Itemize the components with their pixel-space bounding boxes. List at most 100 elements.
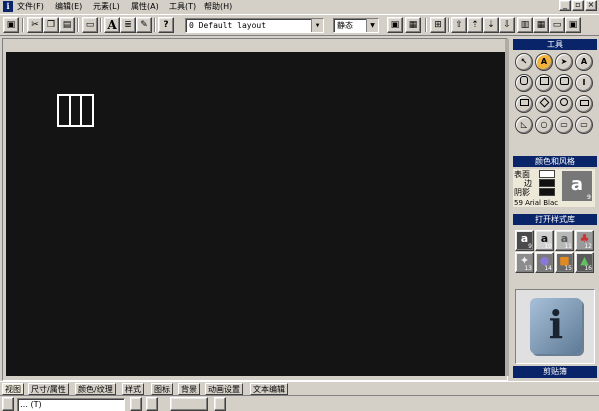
apply-button[interactable]	[170, 397, 208, 411]
chevron-down-icon: ▼	[311, 19, 323, 32]
size-button[interactable]	[146, 397, 158, 411]
send-back-icon[interactable]: ⇩	[499, 17, 515, 33]
align-icon[interactable]: ≣	[120, 17, 136, 33]
color-style-title: 颜色和风格	[513, 156, 597, 167]
canvas-area	[2, 38, 509, 381]
style-swatch[interactable]: ♣ 12	[575, 230, 594, 251]
font-toggle-button[interactable]	[2, 397, 14, 411]
font-select[interactable]: … (T)	[17, 398, 125, 411]
triangle-shape-icon[interactable]: ◺	[515, 116, 533, 134]
style-swatch[interactable]: a 11	[555, 230, 574, 251]
image-icon[interactable]: ▦	[405, 17, 421, 33]
tab-style[interactable]: 样式	[122, 383, 144, 395]
tab-animation[interactable]: 动画设置	[205, 383, 243, 395]
style-swatch[interactable]: a9	[515, 230, 534, 251]
toolbar-separator	[100, 18, 102, 32]
minimize-button[interactable]: _	[559, 0, 571, 11]
save-icon[interactable]: ▣	[3, 17, 19, 33]
tab-text-edit[interactable]: 文本编辑	[250, 383, 288, 395]
layers-icon[interactable]: ▥	[517, 17, 533, 33]
options-button[interactable]	[214, 397, 226, 411]
toolbar-separator	[77, 18, 79, 32]
cylinder-icon[interactable]	[515, 74, 533, 92]
preview-icon[interactable]: ▣	[565, 17, 581, 33]
shape-bar	[59, 96, 71, 125]
select-arrow-icon[interactable]: ↖	[515, 53, 533, 71]
window-controls: _ ▫ ×	[559, 0, 597, 11]
outline-text-icon[interactable]: A	[575, 53, 593, 71]
round-box-icon[interactable]	[555, 74, 573, 92]
oval-shape-icon[interactable]: ▭	[555, 116, 573, 134]
curve-shape-icon[interactable]	[555, 95, 573, 113]
style-preview-number: 9	[586, 194, 591, 201]
toolbar-separator	[154, 18, 156, 32]
paste-icon[interactable]: ▤	[59, 17, 75, 33]
state-select[interactable]: 静态 ▼	[333, 18, 379, 33]
main-toolbar: ▣ ✂ ❐ ▤ ▭ A ≣ ✎ ? 0 Default layout ▼ 静态 …	[0, 14, 599, 36]
style-library-title[interactable]: 打开样式库	[513, 214, 597, 225]
tab-background[interactable]: 背景	[178, 383, 200, 395]
property-tabs: 视图 尺寸/属性 颜色/纹理 样式 图标 背景 动画设置 文本编辑	[0, 381, 599, 395]
layout-select-value: 0 Default layout	[189, 21, 267, 30]
clipboard-preview[interactable]: i	[515, 289, 595, 364]
style-swatch[interactable]: ■ 15	[555, 252, 574, 273]
close-button[interactable]: ×	[585, 0, 597, 11]
color-style-box[interactable]: 表面 边 阴影 a 9 59 Arial Blac	[513, 169, 595, 207]
bring-front-icon[interactable]: ⇧	[451, 17, 467, 33]
restore-button[interactable]: ▫	[572, 0, 584, 11]
copy-icon[interactable]: ❐	[43, 17, 59, 33]
cut-icon[interactable]: ✂	[27, 17, 43, 33]
toolbar-separator	[22, 18, 24, 32]
shape-bar	[82, 96, 92, 125]
style-swatch[interactable]: a 10	[535, 230, 554, 251]
edge-label: 边	[524, 179, 532, 188]
help-icon[interactable]: ?	[158, 17, 174, 33]
frame-icon[interactable]: ▣	[387, 17, 403, 33]
monitor-icon[interactable]: ▭	[549, 17, 565, 33]
style-swatch[interactable]: ● 14	[535, 252, 554, 273]
layout-select[interactable]: 0 Default layout ▼	[185, 18, 324, 33]
style-swatch[interactable]: ▲ 16	[575, 252, 594, 273]
surface-swatch[interactable]	[539, 170, 555, 178]
style-library-grid: a9 a 10 a 11 ♣ 12 ✦ 13 ● 14 ■ 15 ▲ 16	[515, 230, 594, 273]
direct-select-icon[interactable]: ➤	[555, 53, 573, 71]
tab-icon[interactable]: 图标	[151, 383, 173, 395]
circle-shape-icon[interactable]: ○	[535, 116, 553, 134]
menu-tools[interactable]: 工具(T)	[169, 1, 196, 13]
surface-label: 表面	[514, 170, 530, 179]
tools-title: 工具	[513, 39, 597, 50]
clipboard-label[interactable]: 剪贴簿	[513, 366, 597, 378]
shadow-swatch[interactable]	[539, 188, 555, 196]
text-tool-icon[interactable]: A	[104, 17, 120, 33]
flat-panel-icon[interactable]	[575, 95, 593, 113]
send-backward-icon[interactable]: ⇣	[483, 17, 499, 33]
tab-view[interactable]: 视图	[2, 383, 24, 395]
menu-file[interactable]: 文件(F)	[17, 1, 44, 13]
size-button[interactable]	[130, 397, 142, 411]
grid-icon[interactable]: ⊞	[430, 17, 446, 33]
diamond-shape-icon[interactable]	[535, 95, 553, 113]
rect-shape-icon[interactable]: ▭	[575, 116, 593, 134]
menu-element[interactable]: 元素(L)	[93, 1, 120, 13]
bottom-options-bar: … (T)	[0, 395, 599, 411]
tab-color-texture[interactable]: 颜色/纹理	[75, 383, 116, 395]
edge-swatch[interactable]	[539, 179, 555, 187]
menu-edit[interactable]: 编辑(E)	[55, 1, 82, 13]
text-tool-icon[interactable]: A	[535, 53, 553, 71]
new-element-icon[interactable]: ▭	[82, 17, 98, 33]
state-select-value: 静态	[337, 21, 353, 30]
style-swatch[interactable]: ✦ 13	[515, 252, 534, 273]
vertical-scrollbar[interactable]	[505, 39, 509, 376]
drawing-stage[interactable]	[6, 52, 506, 376]
bring-forward-icon[interactable]: ⇡	[467, 17, 483, 33]
panel-shape-icon[interactable]	[515, 95, 533, 113]
tab-size-attributes[interactable]: 尺寸/属性	[28, 383, 69, 395]
box-icon[interactable]	[535, 74, 553, 92]
menu-help[interactable]: 帮助(H)	[204, 1, 232, 13]
shape-bar	[71, 96, 83, 125]
menu-attribute[interactable]: 属性(A)	[131, 1, 159, 13]
brush-icon[interactable]: ✎	[136, 17, 152, 33]
selected-shape[interactable]	[57, 94, 94, 127]
table-icon[interactable]: ▦	[533, 17, 549, 33]
info-tool-icon[interactable]: I	[575, 74, 593, 92]
